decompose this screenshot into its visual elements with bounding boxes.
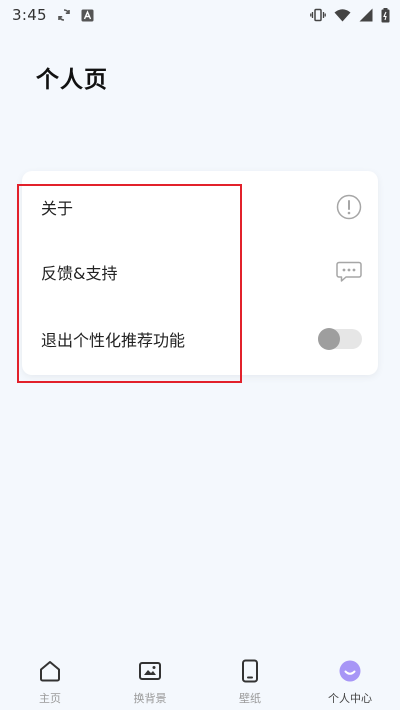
picture-icon [138,658,162,684]
tab-wallpaper-label: 壁纸 [239,692,261,705]
tab-home-label: 主页 [39,692,61,705]
personalized-toggle[interactable] [318,328,362,350]
phone-icon [241,658,259,684]
info-circle-icon [336,194,362,220]
sync-icon [57,8,71,22]
tab-personal-center-label: 个人中心 [328,692,372,705]
toggle-knob [318,328,340,350]
tab-home[interactable]: 主页 [0,648,100,710]
tab-change-background-label: 换背景 [133,692,167,705]
page-title: 个人页 [36,67,108,93]
about-label: 关于 [41,199,74,218]
signal-icon [359,8,373,22]
personalized-label: 退出个性化推荐功能 [41,331,186,350]
chat-bubble-icon [336,261,362,283]
smile-face-icon [338,658,362,684]
wifi-icon [334,8,351,22]
status-bar: 3:45 [0,0,400,30]
status-time: 3:45 [12,6,47,24]
settings-card: 关于 反馈&支持 退出个性化推荐功能 [22,171,378,375]
settings-row-about[interactable]: 关于 [22,175,378,239]
settings-row-feedback[interactable]: 反馈&支持 [22,240,378,304]
a-icon [81,9,94,22]
battery-icon [381,7,390,23]
home-icon [38,658,62,684]
vibrate-icon [310,8,326,22]
toggle-track [318,328,362,350]
tab-change-background[interactable]: 换背景 [100,648,200,710]
feedback-label: 反馈&支持 [41,264,118,283]
tab-bar: 主页 换背景 壁纸 个人中心 [0,648,400,710]
settings-row-personalized: 退出个性化推荐功能 [22,307,378,371]
tab-personal-center[interactable]: 个人中心 [300,648,400,710]
tab-wallpaper[interactable]: 壁纸 [200,648,300,710]
